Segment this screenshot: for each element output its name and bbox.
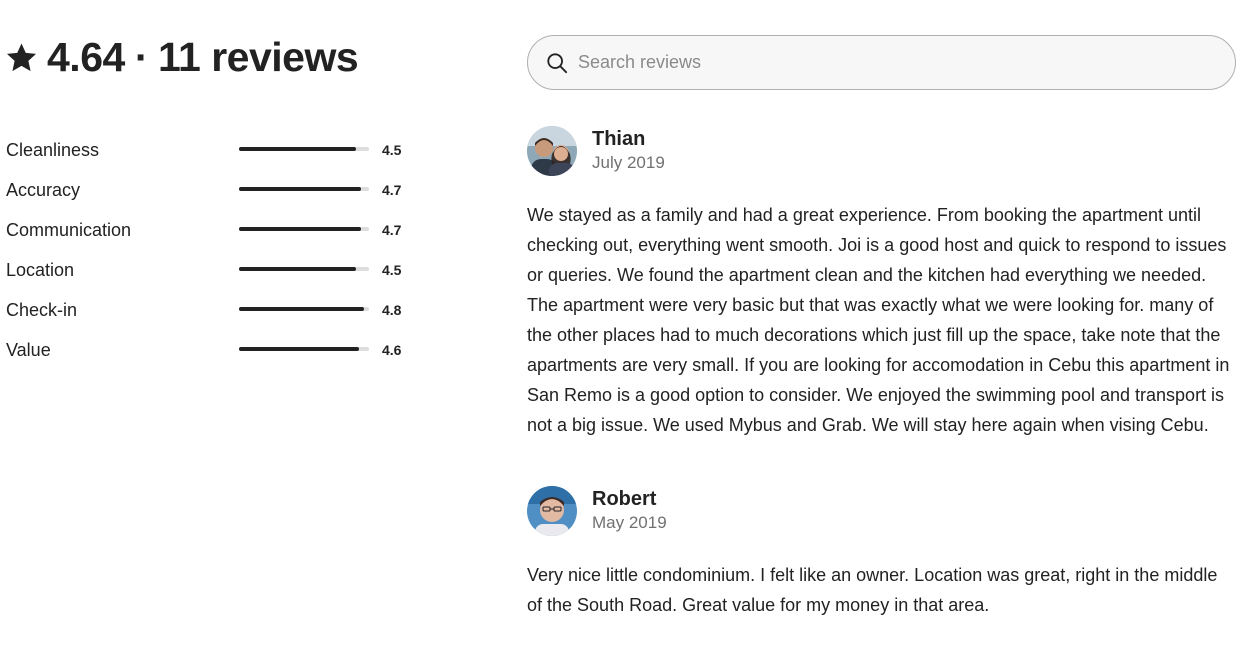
- rating-value: 4.7: [382, 222, 402, 238]
- avatar[interactable]: [527, 126, 577, 176]
- review-text: We stayed as a family and had a great ex…: [527, 205, 1230, 435]
- review-text: Very nice little condominium. I felt lik…: [527, 565, 1218, 615]
- search-input[interactable]: [578, 52, 1198, 73]
- rating-bar-track: [239, 227, 369, 231]
- rating-value: 4.6: [382, 342, 402, 358]
- rating-summary: 4.64 · 11 reviews: [6, 34, 359, 81]
- rating-bar-fill: [239, 227, 362, 231]
- review-date: July 2019: [592, 153, 665, 172]
- overall-rating: 4.64: [47, 34, 125, 80]
- rating-row-value: Value 4.6: [6, 330, 406, 370]
- rating-row-communication: Communication 4.7: [6, 210, 406, 250]
- rating-bar-fill: [239, 147, 356, 151]
- rating-label: Value: [6, 339, 51, 360]
- rating-value: 4.7: [382, 182, 402, 198]
- rating-bar-track: [239, 147, 369, 151]
- reviewer-info: Thian July 2019: [592, 127, 665, 175]
- rating-label: Check-in: [6, 299, 78, 320]
- rating-row-accuracy: Accuracy 4.7: [6, 170, 406, 210]
- rating-row-check-in: Check-in 4.8: [6, 290, 406, 330]
- rating-label: Cleanliness: [6, 139, 100, 160]
- reviews-count: 11 reviews: [157, 34, 359, 80]
- rating-row-cleanliness: Cleanliness 4.5: [6, 130, 406, 170]
- rating-bar-track: [239, 347, 369, 351]
- reviewer-name: Robert: [592, 488, 657, 510]
- reviewer-name: Thian: [592, 128, 646, 150]
- category-ratings: Cleanliness 4.5 Accuracy 4.7 Communicati…: [6, 130, 406, 370]
- review-header: Thian July 2019: [527, 126, 1237, 176]
- rating-label: Communication: [6, 219, 132, 240]
- rating-value: 4.5: [382, 262, 402, 278]
- rating-value: 4.5: [382, 142, 402, 158]
- rating-row-location: Location 4.5: [6, 250, 406, 290]
- rating-bar-track: [239, 267, 369, 271]
- rating-bar-fill: [239, 267, 356, 271]
- star-icon: [6, 43, 37, 72]
- reviewer-info: Robert May 2019: [592, 487, 667, 535]
- review-date: May 2019: [592, 513, 667, 532]
- separator-dot: ·: [134, 34, 149, 80]
- rating-bar-track: [239, 307, 369, 311]
- review-item: Thian July 2019 We stayed as a family an…: [527, 126, 1237, 440]
- reviews-page: 4.64 · 11 reviews Cleanliness 4.5 Accura…: [0, 0, 1257, 646]
- rating-value: 4.8: [382, 302, 402, 318]
- review-header: Robert May 2019: [527, 486, 1237, 536]
- rating-bar-track: [239, 187, 369, 191]
- rating-bar-fill: [239, 347, 359, 351]
- search-icon: [547, 52, 568, 73]
- rating-label: Location: [6, 259, 75, 280]
- search-reviews-box[interactable]: [527, 35, 1236, 90]
- review-item: Robert May 2019 Very nice little condomi…: [527, 486, 1237, 620]
- rating-label: Accuracy: [6, 179, 81, 200]
- avatar[interactable]: [527, 486, 577, 536]
- rating-bar-fill: [239, 307, 364, 311]
- rating-bar-fill: [239, 187, 362, 191]
